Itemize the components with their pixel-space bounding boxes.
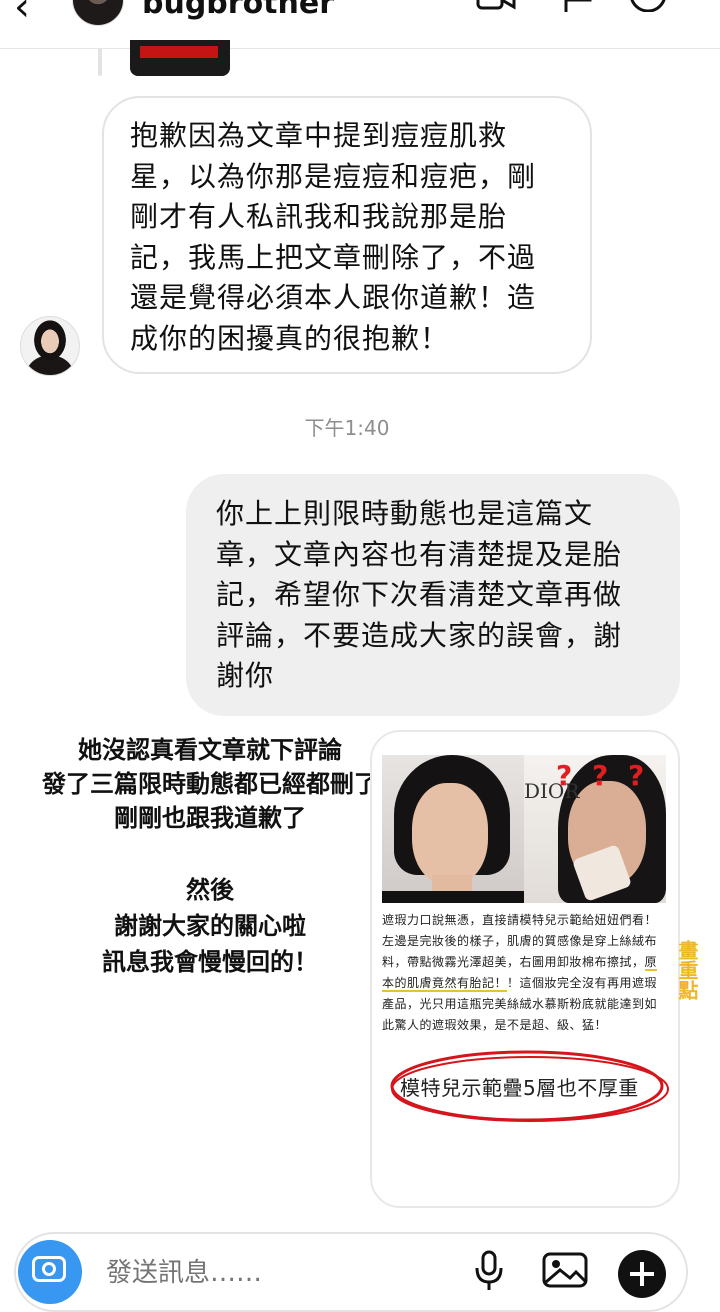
reply-line — [98, 48, 102, 76]
info-icon[interactable] — [628, 0, 668, 12]
shared-photo: DIOR ? ? ? — [382, 755, 666, 903]
camera-icon[interactable] — [18, 1240, 82, 1304]
message-timestamp: 下午1:40 — [304, 416, 390, 440]
header-username[interactable]: bugbrother — [142, 0, 334, 21]
side-highlight-label: 畫重點 — [675, 940, 699, 1000]
incoming-message-bubble[interactable]: 抱歉因為文章中提到痘痘肌救 星，以為你那是痘痘和痘疤，剛 剛才有人私訊我和我說那… — [102, 96, 592, 374]
caption-part-1: 遮瑕力口說無憑，直接請模特兒示範給妞妞們看！左邊是完妝後的樣子，肌膚的質感像是穿… — [382, 913, 658, 969]
annotation-line-2: 發了三篇限時動態都已經都刪了 — [42, 770, 378, 798]
incoming-message-text: 抱歉因為文章中提到痘痘肌救 星，以為你那是痘痘和痘疤，剛 剛才有人私訊我和我說那… — [130, 119, 537, 355]
chat-header: ‹ bugbrother — [0, 0, 720, 49]
microphone-icon[interactable] — [474, 1250, 504, 1290]
question-mark-2: ? — [592, 759, 609, 792]
annotation-line-6: 訊息我會慢慢回的！ — [102, 948, 318, 976]
annotation-line-5: 謝謝大家的關心啦 — [114, 912, 306, 940]
sender-avatar[interactable] — [20, 316, 80, 376]
shared-image-caption: 遮瑕力口說無憑，直接請模特兒示範給妞妞們看！左邊是完妝後的樣子，肌膚的質感像是穿… — [382, 910, 666, 1036]
back-chevron-icon[interactable]: ‹ — [14, 0, 30, 30]
previous-shared-image[interactable] — [130, 40, 230, 76]
circled-highlight-text: 模特兒示範疊5層也不厚重 — [400, 1076, 639, 1100]
question-mark-1: ? — [556, 759, 573, 792]
annotation-line-1: 她沒認真看文章就下評論 — [78, 736, 342, 764]
annotation-line-4: 然後 — [186, 876, 234, 904]
video-camera-icon[interactable] — [476, 0, 516, 12]
gallery-icon[interactable] — [542, 1252, 588, 1288]
outgoing-message-text: 你上上則限時動態也是這篇文 章，文章內容也有清楚提及是胎 記，希望你下次看清楚文… — [216, 497, 623, 692]
flag-icon[interactable] — [560, 0, 600, 12]
annotation-line-3: 剛剛也跟我道歉了 — [114, 804, 306, 832]
header-avatar[interactable] — [72, 0, 124, 26]
outgoing-message-bubble[interactable]: 你上上則限時動態也是這篇文 章，文章內容也有清楚提及是胎 記，希望你下次看清楚文… — [186, 474, 680, 716]
plus-icon[interactable] — [618, 1250, 666, 1298]
question-mark-3: ? — [628, 759, 645, 792]
message-input[interactable] — [104, 1252, 408, 1294]
